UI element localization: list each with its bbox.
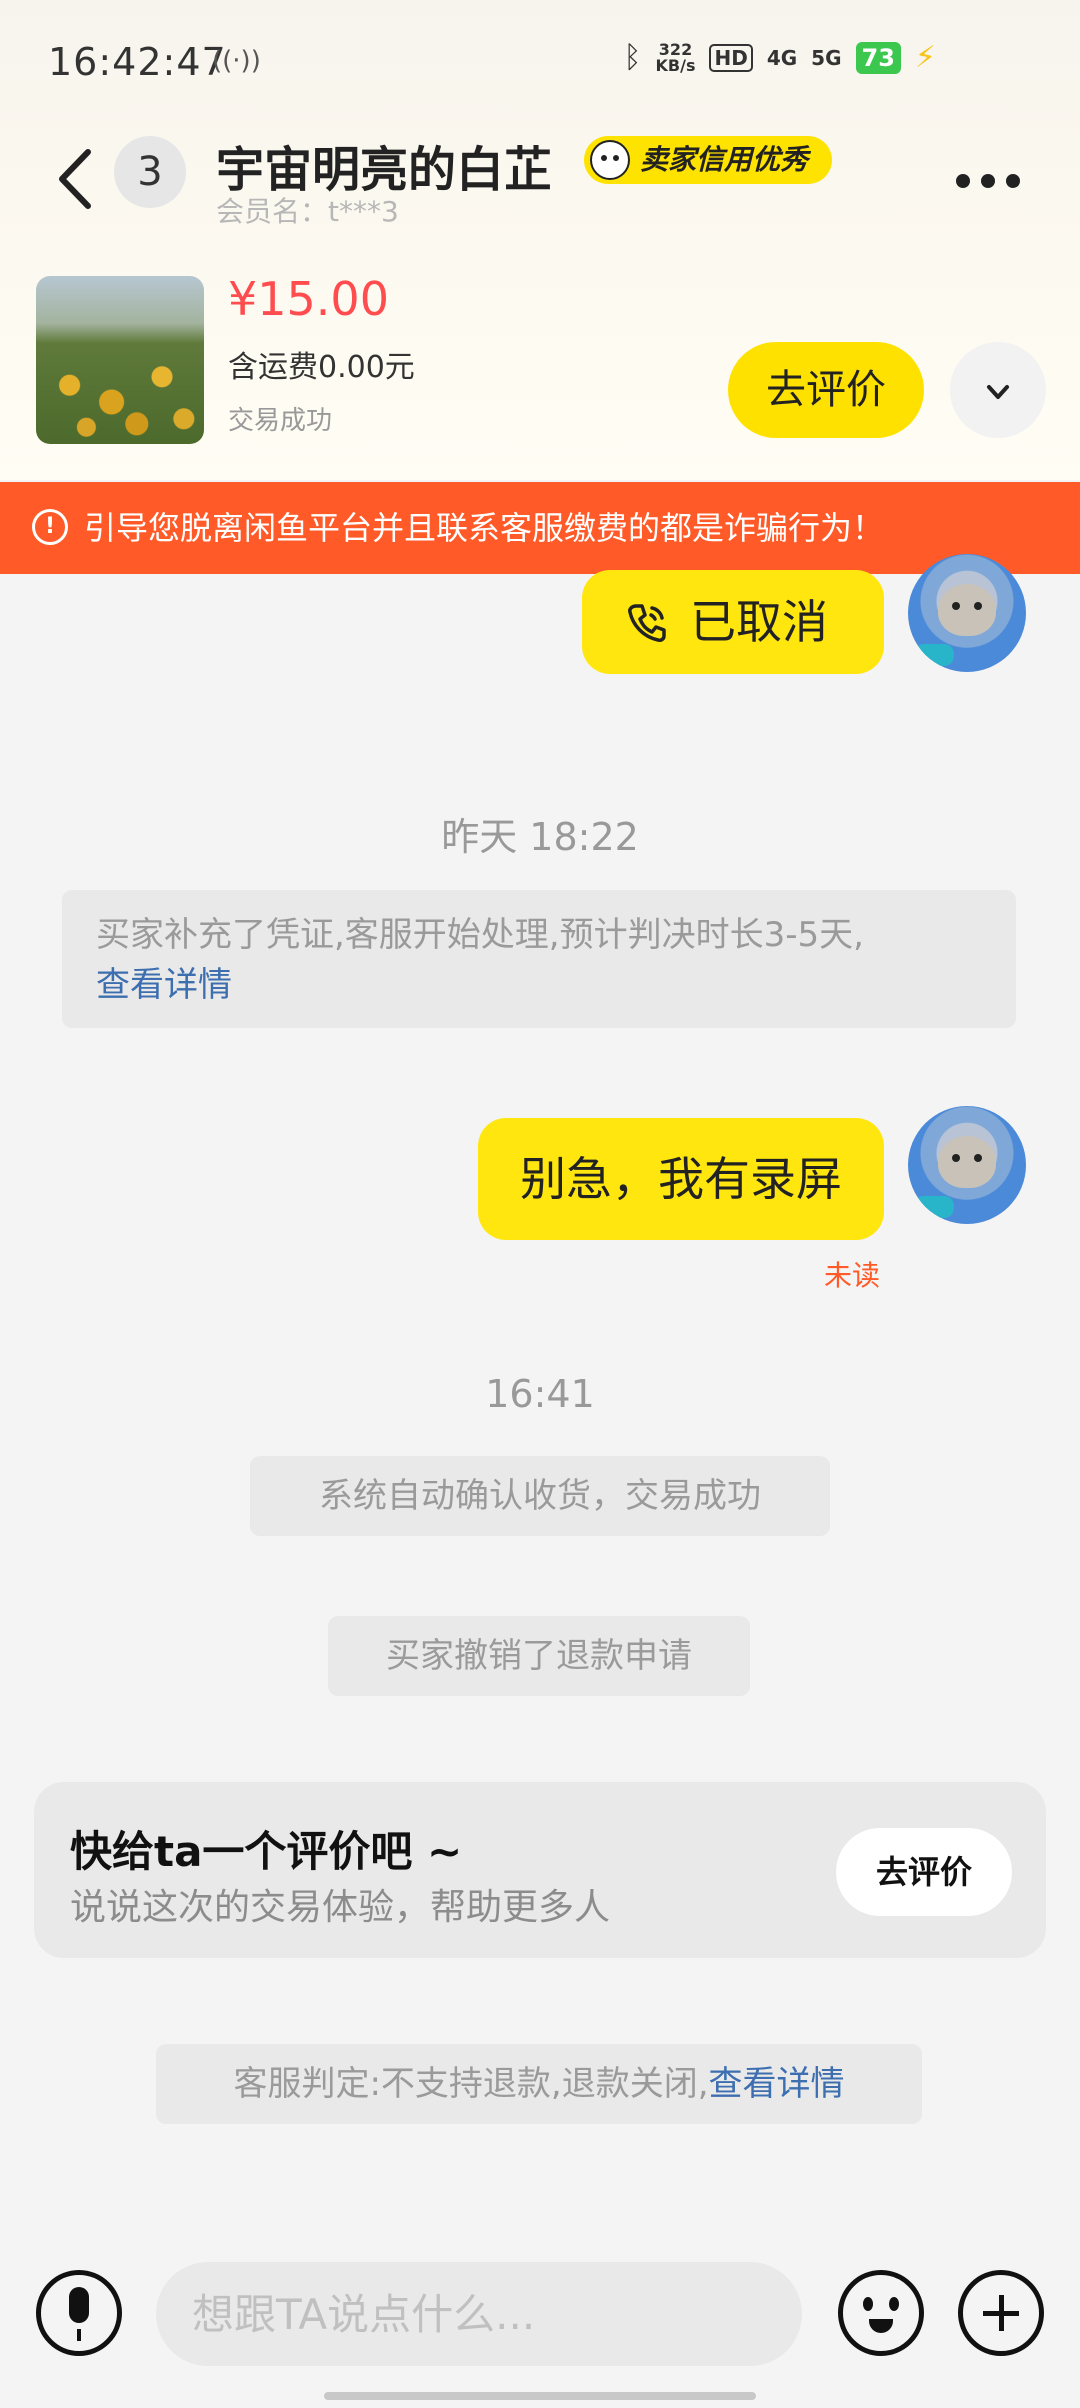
avatar-decoration bbox=[914, 1196, 954, 1218]
microphone-icon[interactable] bbox=[36, 2270, 122, 2356]
emoji-icon[interactable] bbox=[838, 2270, 924, 2356]
product-shipping: 含运费0.00元 bbox=[228, 350, 415, 385]
system-message-text: 买家补充了凭证,客服开始处理,预计判决时长3-5天, bbox=[96, 915, 864, 955]
chevron-down-icon bbox=[987, 384, 1009, 399]
unread-count-badge[interactable]: 3 bbox=[114, 136, 186, 208]
status-bar: 16:42:47 ((·)) ᛒ 322 KB/s HD 4G 5G 73 ⚡ bbox=[0, 0, 1080, 120]
battery-icon: 73 bbox=[855, 41, 901, 74]
system-message: 客服判定:不支持退款,退款关闭,查看详情 bbox=[156, 2044, 922, 2124]
chat-header: 3 宇宙明亮的白芷 卖家信用优秀 会员名：t***3 bbox=[0, 120, 1080, 270]
view-details-link[interactable]: 查看详情 bbox=[96, 965, 232, 1005]
my-avatar[interactable] bbox=[908, 554, 1026, 672]
net-speed: 322 KB/s bbox=[655, 41, 696, 75]
expand-button[interactable] bbox=[950, 342, 1046, 438]
seller-credit-label: 卖家信用优秀 bbox=[640, 143, 809, 176]
hd-icon: HD bbox=[709, 43, 753, 72]
seller-credit-badge[interactable]: 卖家信用优秀 bbox=[584, 136, 833, 184]
plus-icon[interactable] bbox=[958, 2270, 1044, 2356]
unread-status: 未读 bbox=[824, 1259, 881, 1292]
member-name: 会员名：t***3 bbox=[216, 195, 399, 228]
more-dot-icon bbox=[956, 174, 970, 188]
phone-icon bbox=[628, 604, 666, 642]
home-indicator[interactable] bbox=[324, 2392, 756, 2400]
rate-button[interactable]: 去评价 bbox=[836, 1828, 1012, 1916]
trade-status: 交易成功 bbox=[228, 406, 333, 436]
input-bar bbox=[0, 2240, 1080, 2408]
more-options-button[interactable] bbox=[948, 148, 1028, 208]
bluetooth-icon: ᛒ bbox=[623, 40, 642, 75]
fraud-warning-banner: ! 引导您脱离闲鱼平台并且联系客服缴费的都是诈骗行为！ bbox=[0, 482, 1080, 574]
alert-icon: ! bbox=[32, 509, 68, 545]
call-status-label: 已取消 bbox=[690, 595, 828, 649]
back-button[interactable] bbox=[50, 144, 100, 214]
charging-icon: ⚡ bbox=[914, 40, 936, 75]
chevron-left-icon bbox=[59, 149, 91, 209]
call-record-bubble[interactable]: 已取消 bbox=[582, 570, 884, 674]
system-message: 买家补充了凭证,客服开始处理,预计判决时长3-5天, 查看详情 bbox=[62, 890, 1016, 1028]
system-message-text: 客服判定:不支持退款,退款关闭, bbox=[233, 2064, 709, 2104]
rate-prompt-card: 快给ta一个评价吧 ~ 说说这次的交易体验，帮助更多人 去评价 bbox=[34, 1782, 1046, 1958]
signal-4g-icon: 4G bbox=[766, 45, 798, 70]
view-details-link[interactable]: 查看详情 bbox=[709, 2064, 845, 2104]
nfc-icon: ((·)) bbox=[212, 46, 261, 76]
my-avatar[interactable] bbox=[908, 1106, 1026, 1224]
more-dot-icon bbox=[1006, 174, 1020, 188]
rate-card-subtitle: 说说这次的交易体验，帮助更多人 bbox=[70, 1887, 611, 1928]
fish-mascot-icon bbox=[590, 140, 630, 180]
avatar-decoration bbox=[914, 644, 954, 666]
timestamp: 昨天 18:22 bbox=[441, 815, 639, 859]
my-message-bubble[interactable]: 别急，我有录屏 bbox=[478, 1118, 884, 1240]
timestamp: 16:41 bbox=[485, 1372, 595, 1416]
more-dot-icon bbox=[981, 174, 995, 188]
product-card[interactable]: ¥15.00 含运费0.00元 交易成功 去评价 bbox=[0, 270, 1080, 470]
system-message: 买家撤销了退款申请 bbox=[328, 1616, 750, 1696]
warning-text: 引导您脱离闲鱼平台并且联系客服缴费的都是诈骗行为！ bbox=[84, 509, 885, 547]
system-message: 系统自动确认收货，交易成功 bbox=[250, 1456, 830, 1536]
signal-5g-icon: 5G bbox=[811, 45, 842, 70]
rate-card-title: 快给ta一个评价吧 ~ bbox=[70, 1827, 463, 1876]
status-time: 16:42:47 bbox=[48, 40, 227, 84]
message-input[interactable] bbox=[156, 2262, 802, 2366]
status-icons: ᛒ 322 KB/s HD 4G 5G 73 ⚡ bbox=[624, 40, 936, 75]
product-price: ¥15.00 bbox=[228, 272, 389, 326]
review-button[interactable]: 去评价 bbox=[728, 342, 924, 438]
net-speed-unit: KB/s bbox=[655, 55, 696, 75]
product-thumbnail[interactable] bbox=[36, 276, 204, 444]
